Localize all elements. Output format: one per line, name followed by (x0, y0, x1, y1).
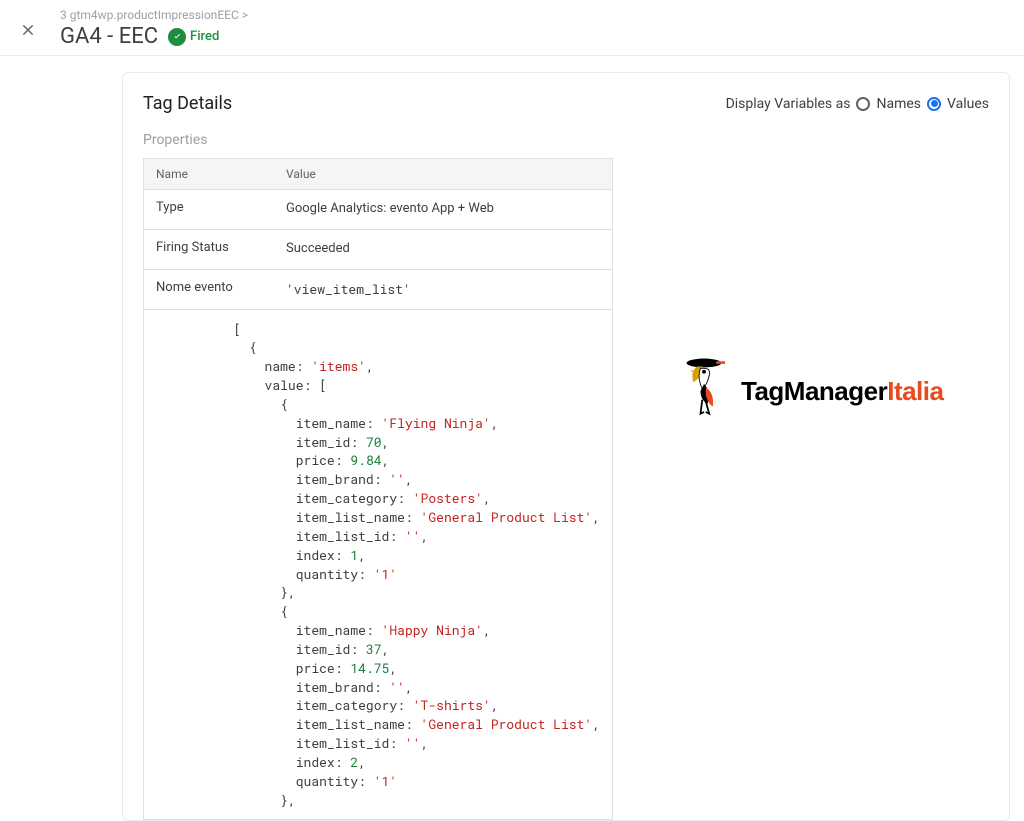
row-type-label: Type (144, 190, 274, 229)
row-event-value: 'view_item_list' (274, 270, 612, 309)
card-title: Tag Details (143, 93, 232, 114)
woodpecker-icon (680, 356, 735, 426)
logo-text-italia: Italia (887, 376, 943, 406)
col-header-value: Value (274, 159, 612, 189)
row-code-value: [ { name: 'items', value: [ { item_name:… (221, 310, 612, 820)
close-button[interactable] (16, 18, 40, 42)
col-header-name: Name (144, 159, 274, 189)
properties-section-label: Properties (143, 132, 989, 148)
table-row: Firing Status Succeeded (144, 230, 612, 270)
header-content: 3 gtm4wp.productImpressionEEC > GA4 - EE… (60, 8, 1008, 49)
table-row: Type Google Analytics: evento App + Web (144, 190, 612, 230)
title-row: GA4 - EEC Fired (60, 24, 1008, 49)
logo-text: TagManagerItalia (741, 376, 943, 407)
row-firing-value: Succeeded (274, 230, 612, 269)
page-title: GA4 - EEC (60, 24, 158, 49)
row-event-label: Nome evento (144, 270, 274, 309)
table-row: [ { name: 'items', value: [ { item_name:… (144, 310, 612, 820)
logo-text-main: TagManager (741, 376, 887, 406)
display-vars-group: Display Variables as Names Values (726, 96, 989, 112)
fired-label: Fired (190, 29, 219, 44)
main-area: Tag Details Display Variables as Names V… (0, 56, 1024, 821)
radio-names-label[interactable]: Names (876, 96, 921, 112)
table-header: Name Value (144, 159, 612, 190)
row-type-value: Google Analytics: evento App + Web (274, 190, 612, 229)
tag-details-card: Tag Details Display Variables as Names V… (122, 72, 1010, 821)
table-row: Nome evento 'view_item_list' (144, 270, 612, 310)
card-head-row: Tag Details Display Variables as Names V… (143, 93, 989, 114)
fired-badge: Fired (168, 28, 219, 46)
tagmanageritalia-logo: TagManagerItalia (680, 356, 943, 426)
properties-table: Name Value Type Google Analytics: evento… (143, 158, 613, 820)
radio-values-label[interactable]: Values (947, 96, 989, 112)
close-icon (20, 22, 36, 38)
breadcrumb[interactable]: 3 gtm4wp.productImpressionEEC > (60, 8, 1008, 22)
check-circle-icon (168, 28, 186, 46)
display-vars-label: Display Variables as (726, 96, 851, 112)
radio-values[interactable] (927, 97, 941, 111)
header-bar: 3 gtm4wp.productImpressionEEC > GA4 - EE… (0, 0, 1024, 56)
row-code-label (144, 310, 221, 820)
row-firing-label: Firing Status (144, 230, 274, 269)
radio-names[interactable] (856, 97, 870, 111)
